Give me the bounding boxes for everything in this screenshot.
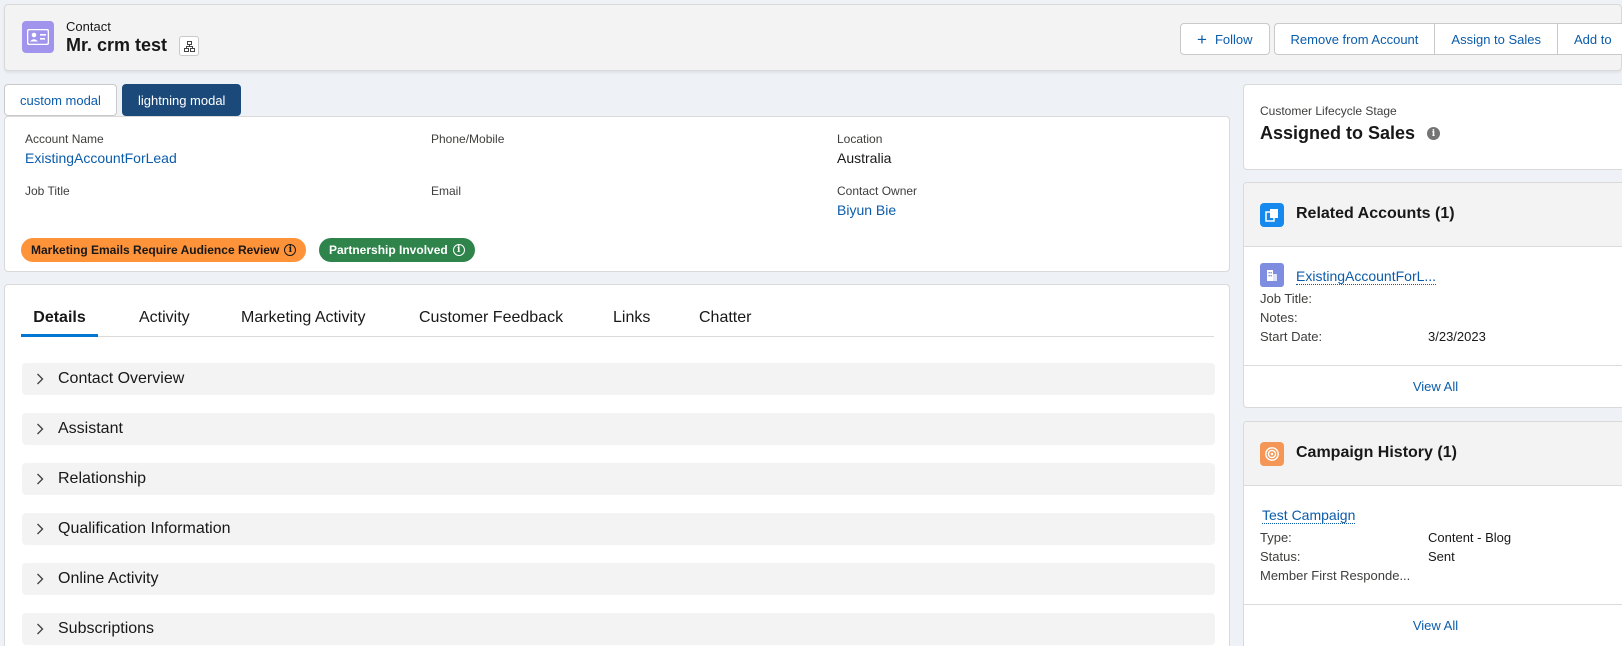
section-online-activity[interactable]: Online Activity [22,563,1215,595]
tab-marketing-activity[interactable]: Marketing Activity [241,301,365,337]
lifecycle-stage-card: Customer Lifecycle Stage Assigned to Sal… [1243,84,1622,170]
type-value: Content - Blog [1428,530,1512,545]
record-tabs: Details Activity Marketing Activity Cust… [21,301,1214,337]
start-date-value: 3/23/2023 [1428,329,1486,344]
view-all-link[interactable]: View All [1413,618,1458,633]
job-title-label: Job Title [25,184,70,198]
location-value: Australia [837,150,892,166]
add-to-button[interactable]: Add to [1558,23,1622,55]
record-title: Mr. crm test [66,35,168,55]
location-label: Location [837,132,883,146]
custom-modal-tab[interactable]: custom modal [4,84,117,116]
section-title: Assistant [58,420,123,437]
record-header: Contact Mr. crm test + Follow Remove fro… [4,4,1622,71]
related-accounts-footer: View All [1244,365,1622,407]
chevron-right-icon [37,523,44,535]
tab-customer-feedback[interactable]: Customer Feedback [419,301,563,337]
info-icon: i [452,244,465,256]
partnership-badge[interactable]: Partnership Involved i [319,238,475,262]
contact-owner-link[interactable]: Biyun Bie [837,202,917,218]
contact-icon [22,21,54,53]
campaign-link[interactable]: Test Campaign [1262,507,1356,524]
marketing-badge-label: Marketing Emails Require Audience Review [31,243,280,257]
campaign-history-title: Campaign History (1) [1296,444,1457,461]
campaign-history-card: Campaign History (1) Test Campaign Type:… [1243,421,1622,646]
section-title: Relationship [58,470,147,487]
type-label: Type: [1260,530,1292,545]
tab-links[interactable]: Links [613,301,650,337]
section-qualification-information[interactable]: Qualification Information [22,513,1215,545]
follow-label: Follow [1214,31,1253,47]
related-accounts-header: Related Accounts (1) [1244,183,1622,247]
job-title-label: Job Title: [1260,291,1313,306]
email-field: Email [431,184,461,202]
email-label: Email [431,184,462,198]
related-accounts-icon [1260,203,1284,227]
status-value: Sent [1428,549,1455,564]
section-title: Contact Overview [58,370,185,387]
tab-chatter[interactable]: Chatter [699,301,751,337]
section-contact-overview[interactable]: Contact Overview [22,363,1215,395]
location-field: Location Australia [837,132,891,166]
contact-owner-label: Contact Owner [837,184,918,198]
related-account-link[interactable]: ExistingAccountForL... [1296,268,1437,285]
details-panel: Details Activity Marketing Activity Cust… [4,284,1230,646]
related-accounts-card: Related Accounts (1) ExistingAccountForL… [1243,182,1622,408]
follow-button[interactable]: + Follow [1180,23,1270,55]
lifecycle-stage-label: Customer Lifecycle Stage [1260,104,1397,118]
plus-icon: + [1197,29,1207,49]
account-name-link[interactable]: ExistingAccountForLead [25,150,177,166]
view-all-link[interactable]: View All [1413,379,1458,394]
start-date-label: Start Date: [1260,329,1323,344]
campaign-history-footer: View All [1244,604,1622,646]
section-title: Online Activity [58,570,159,587]
campaign-icon [1260,442,1284,466]
remove-from-account-button[interactable]: Remove from Account [1273,23,1436,55]
status-label: Status: [1260,549,1301,564]
section-assistant[interactable]: Assistant [22,413,1215,445]
highlights-panel: Account Name ExistingAccountForLead Phon… [4,116,1230,272]
lightning-modal-tab[interactable]: lightning modal [122,84,242,116]
assign-to-sales-button[interactable]: Assign to Sales [1435,23,1559,55]
object-type-label: Contact [66,19,111,34]
section-relationship[interactable]: Relationship [22,463,1215,495]
job-title-field: Job Title [25,184,70,202]
account-name-field: Account Name ExistingAccountForLead [25,132,177,166]
account-icon [1260,263,1284,287]
notes-label: Notes: [1260,310,1298,325]
campaign-history-header: Campaign History (1) [1244,422,1622,486]
section-subscriptions[interactable]: Subscriptions [22,613,1215,645]
related-accounts-title: Related Accounts (1) [1296,205,1455,222]
marketing-review-badge[interactable]: Marketing Emails Require Audience Review… [21,238,307,262]
tab-activity[interactable]: Activity [139,301,190,337]
hierarchy-icon [183,40,195,52]
chevron-right-icon [37,423,44,435]
info-icon[interactable]: i [1427,127,1440,140]
lifecycle-stage-value: Assigned to Sales [1260,123,1416,143]
member-first-responded-label: Member First Responde... [1260,568,1411,583]
header-actions: + Follow Remove from Account Assign to S… [1180,23,1622,55]
chevron-right-icon [37,623,44,635]
phone-mobile-field: Phone/Mobile [431,132,504,150]
info-icon: i [284,244,297,256]
account-name-label: Account Name [25,132,104,146]
chevron-right-icon [37,473,44,485]
chevron-right-icon [37,573,44,585]
tab-details[interactable]: Details [21,301,98,337]
section-title: Qualification Information [58,520,231,537]
phone-mobile-label: Phone/Mobile [431,132,505,146]
chevron-right-icon [37,373,44,385]
partnership-badge-label: Partnership Involved [329,243,448,257]
section-title: Subscriptions [58,620,155,637]
contact-owner-field: Contact Owner Biyun Bie [837,184,917,218]
hierarchy-button[interactable] [179,36,199,56]
